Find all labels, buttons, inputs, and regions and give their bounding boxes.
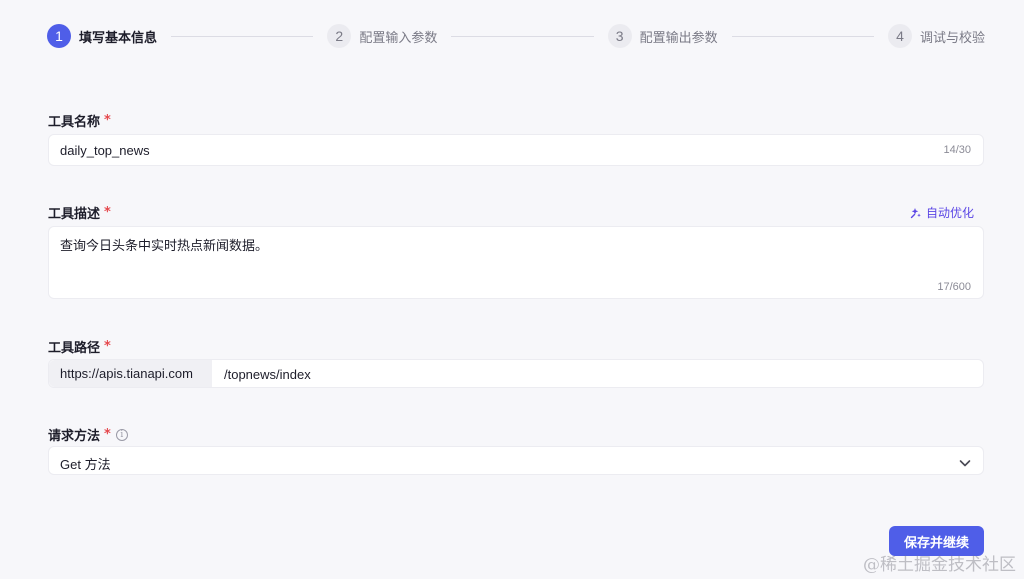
request-method-label-text: 请求方法 xyxy=(48,429,101,444)
required-mark: * xyxy=(104,205,111,220)
tool-name-value[interactable]: daily_top_news xyxy=(60,143,150,158)
auto-optimize-button[interactable]: 自动优化 xyxy=(910,204,974,221)
request-method-select[interactable]: Get 方法 xyxy=(48,446,984,475)
stepper: 1 填写基本信息 2 配置输入参数 3 配置输出参数 4 调试与校验 xyxy=(47,23,985,49)
info-icon[interactable]: i xyxy=(115,428,128,441)
tool-description-label: 工具描述 * xyxy=(48,203,111,222)
magic-wand-icon xyxy=(910,207,921,218)
required-mark: * xyxy=(104,339,111,354)
tool-description-label-text: 工具描述 xyxy=(48,207,101,222)
base-url-prefix: https://apis.tianapi.com xyxy=(49,360,212,387)
request-method-label: 请求方法 * i xyxy=(48,425,128,444)
chevron-down-icon xyxy=(959,460,971,467)
step-2[interactable]: 2 配置输入参数 xyxy=(327,24,437,48)
auto-optimize-label: 自动优化 xyxy=(925,206,974,220)
step-connector xyxy=(451,35,594,37)
step-connector xyxy=(731,35,874,37)
step-number: 2 xyxy=(327,24,352,48)
required-mark: * xyxy=(104,427,111,442)
step-label: 填写基本信息 xyxy=(79,30,158,46)
step-number: 1 xyxy=(47,24,71,48)
required-mark: * xyxy=(104,113,111,128)
step-connector xyxy=(171,35,314,37)
tool-path-value[interactable]: /topnews/index xyxy=(224,367,311,382)
watermark: @稀土掘金技术社区 xyxy=(863,555,1016,575)
step-label: 配置输出参数 xyxy=(639,30,718,46)
step-1[interactable]: 1 填写基本信息 xyxy=(47,24,157,48)
step-number: 3 xyxy=(607,24,632,48)
tool-name-label-text: 工具名称 xyxy=(48,115,101,130)
tool-name-input[interactable]: daily_top_news 14/30 xyxy=(48,134,984,166)
tool-path-input[interactable]: https://apis.tianapi.com /topnews/index xyxy=(48,359,984,388)
tool-name-counter: 14/30 xyxy=(943,144,971,156)
step-number: 4 xyxy=(887,24,912,48)
tool-description-counter: 17/600 xyxy=(937,281,971,293)
tool-path-label-text: 工具路径 xyxy=(48,341,101,356)
tool-path-label: 工具路径 * xyxy=(48,337,111,356)
step-label: 配置输入参数 xyxy=(359,30,438,46)
tool-description-value[interactable]: 查询今日头条中实时热点新闻数据。 xyxy=(60,235,268,254)
step-3[interactable]: 3 配置输出参数 xyxy=(607,24,718,48)
tool-name-label: 工具名称 * xyxy=(48,111,111,130)
request-method-value: Get 方法 xyxy=(60,457,111,472)
step-4[interactable]: 4 调试与校验 xyxy=(887,24,985,48)
tool-description-textarea[interactable]: 查询今日头条中实时热点新闻数据。 17/600 xyxy=(48,226,984,299)
step-label: 调试与校验 xyxy=(919,30,985,46)
